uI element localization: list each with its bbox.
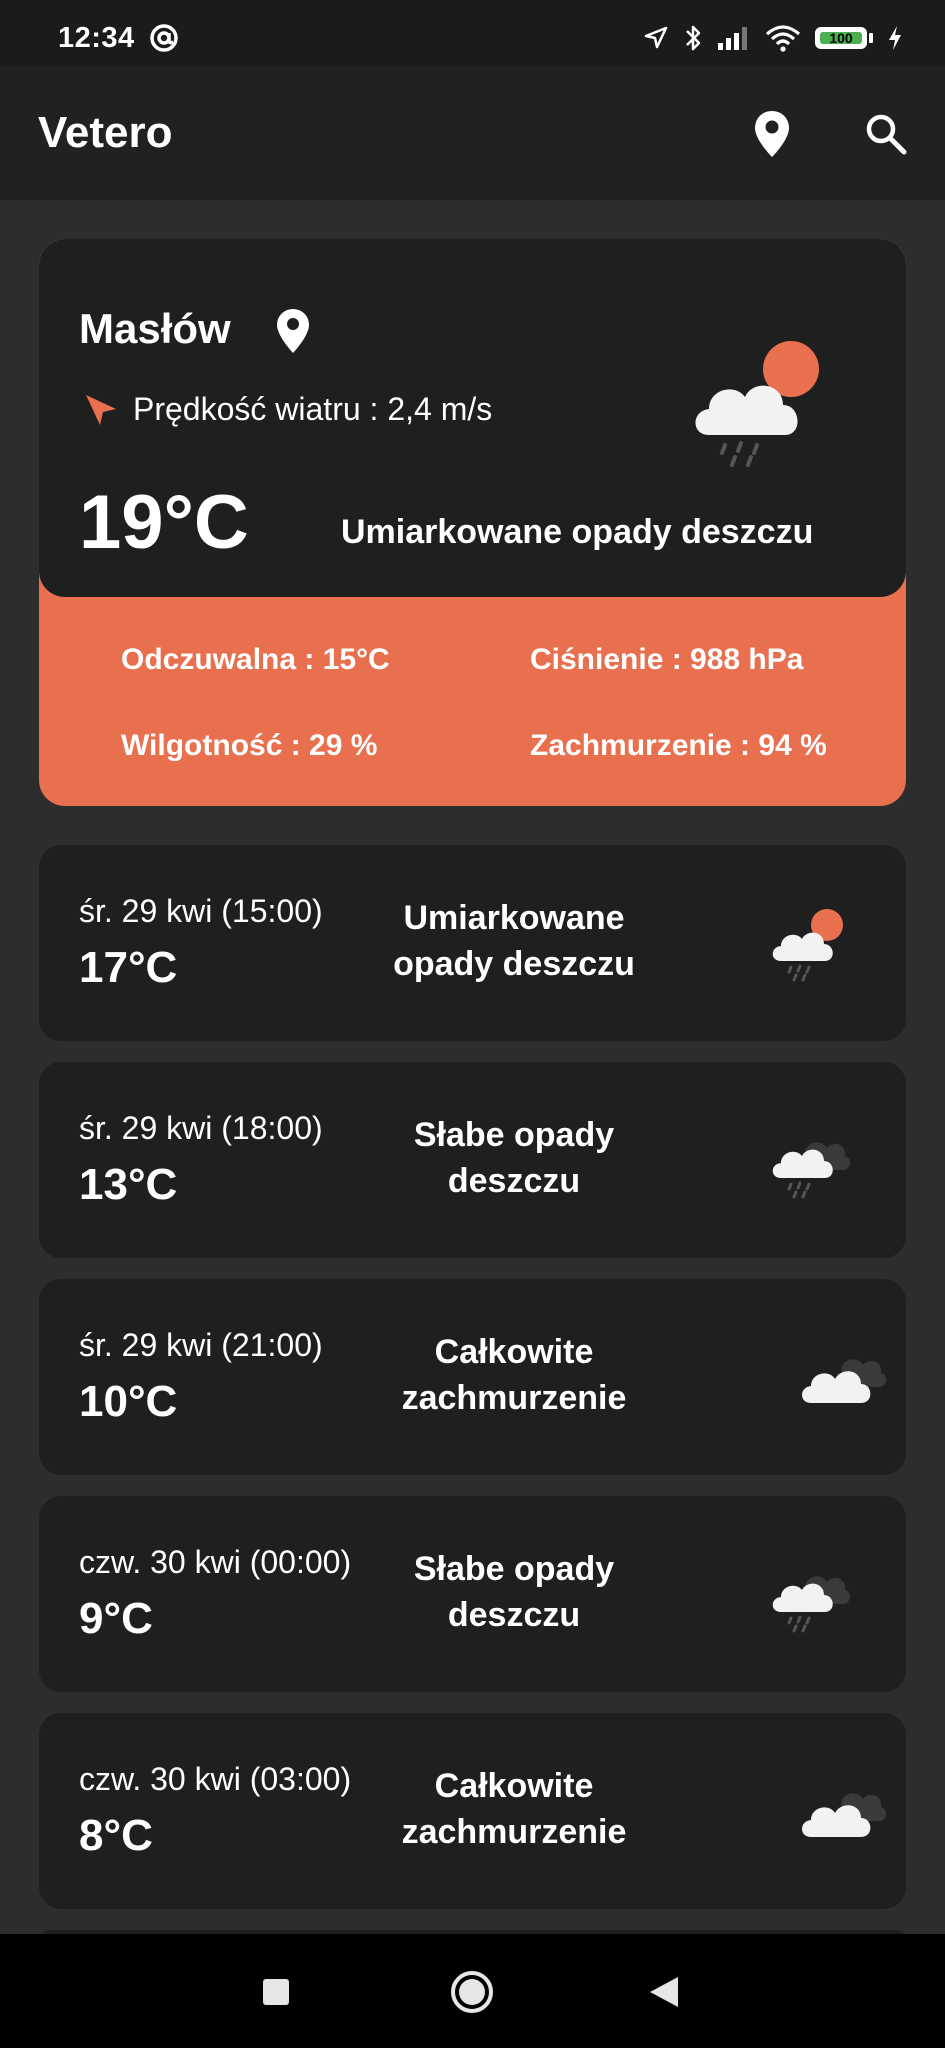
forecast-temperature: 9°C xyxy=(79,1594,153,1643)
at-sign-icon xyxy=(150,24,178,52)
back-triangle-icon xyxy=(650,1977,678,2007)
forecast-description: Całkowite zachmurzenie xyxy=(401,1333,627,1417)
forecast-date: śr. 29 kwi (18:00) xyxy=(79,1110,323,1146)
city-name: Masłów xyxy=(79,305,231,352)
wind-speed: Prędkość wiatru : 2,4 m/s xyxy=(133,391,493,427)
forecast-date: śr. 29 kwi (21:00) xyxy=(79,1327,323,1363)
system-navigation-bar xyxy=(0,1934,945,2048)
search-icon xyxy=(866,114,907,155)
current-description: Umiarkowane opady deszczu xyxy=(341,513,814,551)
overcast-cloud-icon xyxy=(802,1793,887,1837)
battery-icon: 100 xyxy=(815,27,873,49)
forecast-card[interactable]: śr. 29 kwi (15:00) 17°C Umiarkowane opady… xyxy=(39,845,906,1041)
location-pin-icon xyxy=(755,111,789,157)
forecast-card[interactable]: czw. 30 kwi (03:00) 8°C Całkowite zachmur… xyxy=(39,1713,906,1909)
forecast-temperature: 10°C xyxy=(79,1377,178,1426)
forecast-description: Całkowite zachmurzenie xyxy=(401,1767,627,1851)
forecast-date: śr. 29 kwi (15:00) xyxy=(79,893,323,929)
recents-button[interactable] xyxy=(252,1968,300,2016)
forecast-temperature: 8°C xyxy=(79,1811,153,1860)
signal-icon xyxy=(718,27,747,50)
forecast-description: Słabe opady deszczu xyxy=(413,1550,615,1634)
humidity: Wilgotność : 29 % xyxy=(121,729,378,762)
current-temperature: 19°C xyxy=(79,480,249,565)
home-circle-icon xyxy=(451,1971,493,2013)
search-button[interactable] xyxy=(856,104,916,164)
overcast-cloud-icon xyxy=(802,1359,887,1403)
pressure: Ciśnienie : 988 hPa xyxy=(530,643,804,676)
bluetooth-icon xyxy=(686,25,701,51)
forecast-date: czw. 30 kwi (03:00) xyxy=(79,1761,352,1797)
forecast-card[interactable]: śr. 29 kwi (18:00) 13°C Słabe opady deszc… xyxy=(39,1062,906,1258)
charging-icon xyxy=(889,26,901,50)
home-button[interactable] xyxy=(448,1968,496,2016)
wind-row: Prędkość wiatru : 2,4 m/s xyxy=(83,391,492,428)
app-title: Vetero xyxy=(38,108,173,157)
forecast-description: Słabe opady deszczu xyxy=(413,1116,615,1200)
current-weather-card[interactable]: Masłów Prędkość wiatru : 2,4 m/s 19°C Um… xyxy=(39,239,906,806)
forecast-description: Umiarkowane opady deszczu xyxy=(393,899,635,983)
rain-cloud-icon xyxy=(772,1576,851,1633)
back-button[interactable] xyxy=(640,1968,688,2016)
status-time: 12:34 xyxy=(58,22,135,54)
location-arrow-icon xyxy=(644,26,668,49)
wifi-icon xyxy=(765,25,801,52)
feels-like: Odczuwalna : 15°C xyxy=(121,643,390,676)
forecast-card[interactable]: czw. 30 kwi (00:00) 9°C Słabe opady deszc… xyxy=(39,1496,906,1692)
current-weather-summary: Masłów Prędkość wiatru : 2,4 m/s 19°C Um… xyxy=(39,239,906,597)
forecast-temperature: 13°C xyxy=(79,1160,178,1209)
location-pin-icon xyxy=(277,309,309,353)
rain-cloud-icon xyxy=(772,1142,851,1199)
rain-cloud-sun-icon xyxy=(695,341,819,467)
forecast-card[interactable]: śr. 29 kwi (21:00) 10°C Całkowite zachmur… xyxy=(39,1279,906,1475)
forecast-temperature: 17°C xyxy=(79,943,178,992)
rain-cloud-sun-icon xyxy=(772,909,843,982)
forecast-date: czw. 30 kwi (00:00) xyxy=(79,1544,352,1580)
app-bar: Vetero xyxy=(0,66,945,200)
status-bar: 12:34 100 xyxy=(0,0,945,66)
cloudiness: Zachmurzenie : 94 % xyxy=(530,729,827,762)
wind-direction-arrow-icon xyxy=(86,394,116,425)
status-icons: 100 xyxy=(643,18,903,58)
recents-square-icon xyxy=(263,1979,289,2005)
location-button[interactable] xyxy=(742,104,802,164)
